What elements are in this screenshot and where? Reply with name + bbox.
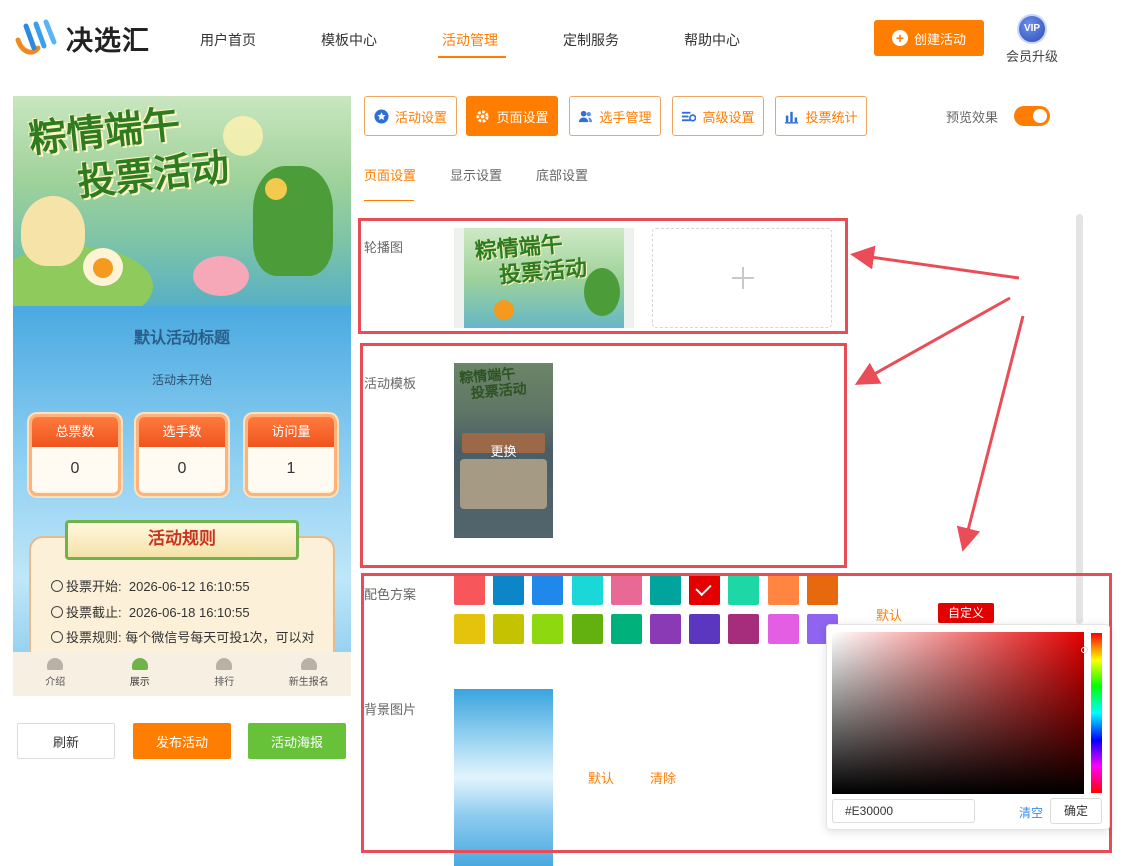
sv-cursor[interactable] bbox=[1081, 647, 1087, 653]
clock-icon bbox=[51, 606, 63, 618]
settings-scrollbar[interactable] bbox=[1076, 214, 1083, 624]
vip-upgrade-label: 会员升级 bbox=[1006, 49, 1059, 64]
color-picker-ok-button[interactable]: 确定 bbox=[1050, 798, 1102, 824]
nav-item-home[interactable]: 用户首页 bbox=[200, 30, 321, 50]
rule-label: 投票开始: bbox=[66, 579, 122, 594]
hex-color-input[interactable]: #E30000 bbox=[832, 799, 975, 823]
gear-icon bbox=[475, 109, 490, 124]
tab-showcase[interactable]: 展示 bbox=[98, 652, 183, 696]
preview-tabbar: 介绍 展示 排行 新生报名 bbox=[13, 652, 351, 696]
tab-label: 新生报名 bbox=[288, 677, 329, 688]
vip-badge-icon: VIP bbox=[1017, 14, 1047, 44]
main-nav: 用户首页 模板中心 活动管理 定制服务 帮助中心 bbox=[200, 30, 805, 58]
stat-card-contestants: 选手数 0 bbox=[136, 414, 228, 496]
dragon-illustration bbox=[253, 166, 333, 276]
tab-label: 活动设置 bbox=[394, 109, 447, 125]
highlight-box-template bbox=[360, 343, 847, 568]
saturation-value-panel[interactable] bbox=[832, 632, 1087, 794]
sun-decoration bbox=[223, 116, 263, 156]
stat-card-visits: 访问量 1 bbox=[245, 414, 337, 496]
tab-label: 选手管理 bbox=[599, 109, 652, 125]
star-icon bbox=[374, 108, 389, 124]
sliders-icon bbox=[681, 109, 697, 124]
showcase-icon bbox=[131, 658, 148, 670]
arrow-to-template bbox=[854, 296, 1011, 385]
tab-intro[interactable]: 介绍 bbox=[13, 652, 98, 696]
activity-poster-button[interactable]: 活动海报 bbox=[248, 723, 346, 759]
banner-title: 粽情端午 投票活动 bbox=[27, 96, 232, 212]
preview-toggle-label: 预览效果 bbox=[946, 110, 999, 125]
tab-label: 介绍 bbox=[45, 677, 66, 688]
stat-value: 0 bbox=[32, 447, 118, 491]
rule-value: 2026-06-12 16:10:55 bbox=[128, 579, 250, 594]
rule-label: 投票截止: bbox=[66, 605, 122, 620]
clock-icon bbox=[51, 580, 63, 592]
tab-signup[interactable]: 新生报名 bbox=[267, 652, 352, 696]
lotus-illustration bbox=[193, 256, 249, 296]
rules-title: 活动规则 bbox=[65, 520, 299, 560]
rule-value: 每个微信号每天可投1次，可以对 bbox=[125, 630, 315, 645]
stat-label: 选手数 bbox=[139, 417, 225, 447]
plus-circle-icon: + bbox=[891, 30, 908, 46]
tab-label: 排行 bbox=[214, 677, 235, 688]
nav-item-help[interactable]: 帮助中心 bbox=[684, 30, 805, 50]
users-icon bbox=[578, 109, 593, 124]
subtab-page-settings[interactable]: 页面设置 bbox=[364, 165, 416, 184]
tab-vote-statistics[interactable]: 投票统计 bbox=[775, 96, 867, 136]
tab-advanced-settings[interactable]: 高级设置 bbox=[672, 96, 764, 136]
preview-toggle[interactable] bbox=[1014, 106, 1050, 126]
arrow-to-carousel bbox=[850, 245, 1020, 280]
dragon-eye-decoration bbox=[265, 178, 287, 200]
top-header: 决选汇 用户首页 模板中心 活动管理 定制服务 帮助中心 + 创建活动 VIP … bbox=[0, 0, 1140, 78]
create-activity-button[interactable]: + 创建活动 bbox=[874, 20, 984, 56]
nav-item-activity-management[interactable]: 活动管理 bbox=[438, 30, 563, 58]
subtab-display-settings[interactable]: 显示设置 bbox=[450, 165, 502, 184]
rule-vote-rule: 投票规则: 每个微信号每天可投1次，可以对 bbox=[51, 627, 314, 646]
subtab-active-underline bbox=[364, 200, 414, 201]
tab-activity-settings[interactable]: 活动设置 bbox=[364, 96, 457, 136]
stat-value: 0 bbox=[139, 447, 225, 491]
activity-title: 默认活动标题 bbox=[133, 330, 230, 347]
stat-card-total-votes: 总票数 0 bbox=[29, 414, 121, 496]
rule-end-time: 投票截止: 2026-06-18 16:10:55 bbox=[51, 602, 250, 621]
logo-mark-icon bbox=[14, 18, 60, 58]
create-activity-label: 创建活动 bbox=[913, 31, 966, 47]
publish-activity-button[interactable]: 发布活动 bbox=[133, 723, 231, 759]
preview-banner: 粽情端午 投票活动 bbox=[13, 96, 351, 306]
intro-icon bbox=[47, 658, 64, 670]
info-icon bbox=[51, 631, 63, 643]
nav-item-templates[interactable]: 模板中心 bbox=[321, 30, 442, 50]
highlight-box-carousel bbox=[358, 218, 848, 334]
stat-label: 访问量 bbox=[248, 417, 334, 447]
activity-status: 活动未开始 bbox=[151, 373, 212, 387]
stat-value: 1 bbox=[248, 447, 334, 491]
bar-chart-icon bbox=[784, 109, 799, 124]
ranking-icon bbox=[216, 658, 233, 670]
tab-label: 展示 bbox=[129, 677, 150, 688]
tab-label: 页面设置 bbox=[496, 109, 549, 125]
rule-label: 投票规则: bbox=[66, 630, 122, 645]
egg-yolk-illustration bbox=[93, 258, 113, 278]
stat-label: 总票数 bbox=[32, 417, 118, 447]
tab-ranking[interactable]: 排行 bbox=[182, 652, 267, 696]
color-picker-popover: #E30000 清空 确定 bbox=[826, 624, 1110, 830]
signup-icon bbox=[300, 658, 317, 670]
tab-contestant-management[interactable]: 选手管理 bbox=[569, 96, 661, 136]
subtab-footer-settings[interactable]: 底部设置 bbox=[536, 165, 588, 184]
rule-start-time: 投票开始: 2026-06-12 16:10:55 bbox=[51, 576, 250, 595]
brand-name: 决选汇 bbox=[66, 25, 150, 56]
rule-value: 2026-06-18 16:10:55 bbox=[128, 605, 250, 620]
refresh-button[interactable]: 刷新 bbox=[17, 723, 115, 759]
tab-label: 投票统计 bbox=[805, 109, 858, 125]
vip-upgrade[interactable]: VIP 会员升级 bbox=[1006, 14, 1058, 65]
tab-page-settings[interactable]: 页面设置 bbox=[466, 96, 558, 136]
tab-label: 高级设置 bbox=[702, 109, 755, 125]
color-picker-clear-button[interactable]: 清空 bbox=[1019, 804, 1043, 821]
mobile-preview: 粽情端午 投票活动 默认活动标题 活动未开始 总票数 0 选手数 0 访问量 1… bbox=[13, 96, 351, 696]
hue-slider[interactable] bbox=[1091, 633, 1102, 793]
brand-logo[interactable]: 决选汇 bbox=[14, 18, 150, 58]
arrow-to-color-scheme bbox=[956, 315, 1025, 552]
nav-item-custom-service[interactable]: 定制服务 bbox=[563, 30, 684, 50]
